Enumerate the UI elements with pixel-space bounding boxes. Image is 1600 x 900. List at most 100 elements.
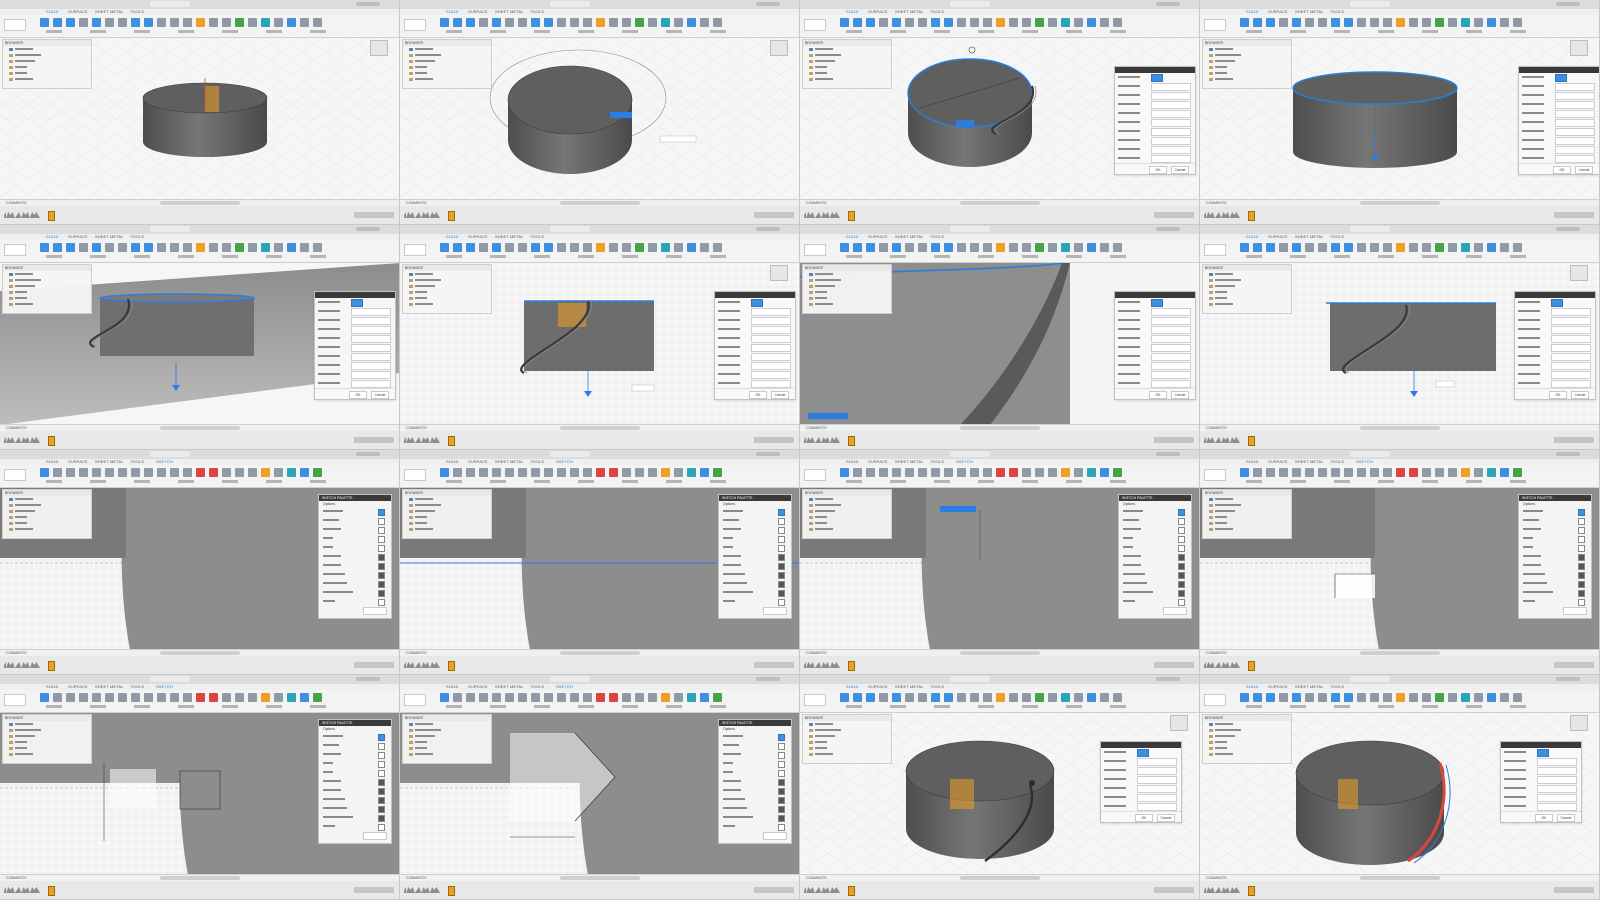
dialog-field-input[interactable]	[1551, 380, 1591, 388]
browser-node[interactable]	[403, 526, 491, 532]
timeline-playback-controls[interactable]	[1204, 662, 1240, 668]
palette-checkbox[interactable]	[1578, 554, 1585, 561]
tool-icon[interactable]	[1513, 693, 1522, 702]
tool-icon[interactable]	[1035, 18, 1044, 27]
palette-option[interactable]	[719, 579, 791, 588]
tool-icon[interactable]	[1357, 468, 1366, 477]
tool-icon[interactable]	[492, 18, 501, 27]
dialog-field[interactable]	[315, 298, 395, 307]
dialog-field[interactable]	[1515, 307, 1595, 316]
browser-panel[interactable]: BROWSER	[2, 714, 92, 764]
tool-icon[interactable]	[544, 243, 553, 252]
tool-icon[interactable]	[596, 243, 605, 252]
tool-icon[interactable]	[905, 18, 914, 27]
tool-icon[interactable]	[157, 18, 166, 27]
dialog-field[interactable]	[715, 343, 795, 352]
tool-icon[interactable]	[261, 243, 270, 252]
dialog-field[interactable]	[315, 361, 395, 370]
tool-icon[interactable]	[118, 243, 127, 252]
tool-icon[interactable]	[40, 18, 49, 27]
tool-icon[interactable]	[687, 468, 696, 477]
palette-option[interactable]	[719, 525, 791, 534]
dialog-field-input[interactable]	[1151, 299, 1163, 307]
navigation-bar[interactable]	[160, 426, 240, 430]
dialog-field[interactable]	[1115, 334, 1195, 343]
tool-icon[interactable]	[1074, 18, 1083, 27]
tool-icon[interactable]	[596, 18, 605, 27]
palette-option[interactable]	[719, 768, 791, 777]
tool-icon[interactable]	[196, 18, 205, 27]
finish-sketch-button[interactable]	[1163, 607, 1187, 615]
tool-icon[interactable]	[1383, 18, 1392, 27]
tool-icon[interactable]	[466, 693, 475, 702]
tool-icon[interactable]	[700, 18, 709, 27]
tool-icon[interactable]	[1435, 18, 1444, 27]
dialog-field-input[interactable]	[1555, 110, 1595, 118]
tool-icon[interactable]	[544, 18, 553, 27]
browser-panel[interactable]: BROWSER	[1202, 489, 1292, 539]
dialog-field[interactable]	[315, 316, 395, 325]
palette-option[interactable]	[719, 597, 791, 606]
palette-checkbox[interactable]	[1178, 554, 1185, 561]
dialog-field[interactable]	[715, 352, 795, 361]
tool-icon[interactable]	[840, 693, 849, 702]
tool-icon[interactable]	[687, 693, 696, 702]
dialog-field-input[interactable]	[351, 335, 391, 343]
palette-checkbox[interactable]	[778, 797, 785, 804]
tool-icon[interactable]	[479, 468, 488, 477]
tool-icon[interactable]	[957, 18, 966, 27]
tool-icon[interactable]	[53, 18, 62, 27]
palette-checkbox[interactable]	[378, 743, 385, 750]
tool-icon[interactable]	[183, 243, 192, 252]
ok-button[interactable]: OK	[1549, 391, 1567, 399]
tool-icon[interactable]	[1383, 468, 1392, 477]
tool-icon[interactable]	[453, 468, 462, 477]
tool-icon[interactable]	[1240, 468, 1249, 477]
dialog-field[interactable]	[1515, 379, 1595, 388]
tool-icon[interactable]	[661, 18, 670, 27]
tool-icon[interactable]	[248, 243, 257, 252]
tool-icon[interactable]	[635, 693, 644, 702]
tool-icon[interactable]	[635, 243, 644, 252]
dialog-field[interactable]	[1115, 91, 1195, 100]
dialog-field[interactable]	[1519, 118, 1599, 127]
design-workspace-dropdown[interactable]	[404, 244, 426, 256]
cancel-button[interactable]: Cancel	[1571, 391, 1589, 399]
browser-panel[interactable]: BROWSER	[802, 264, 892, 314]
palette-option[interactable]	[1519, 543, 1591, 552]
toolbar[interactable]	[1200, 465, 1599, 488]
tool-icon[interactable]	[1396, 693, 1405, 702]
dialog-field[interactable]	[1101, 793, 1181, 802]
palette-option[interactable]	[1119, 570, 1191, 579]
tool-icon[interactable]	[53, 243, 62, 252]
browser-panel[interactable]: BROWSER	[1202, 39, 1292, 89]
view-cube[interactable]	[770, 265, 788, 281]
tool-icon[interactable]	[1113, 243, 1122, 252]
browser-node[interactable]	[1203, 301, 1291, 307]
palette-checkbox[interactable]	[1178, 581, 1185, 588]
tool-icon[interactable]	[931, 693, 940, 702]
tool-icon[interactable]	[1292, 18, 1301, 27]
dialog-field-input[interactable]	[751, 308, 791, 316]
tool-icon[interactable]	[648, 243, 657, 252]
dialog-field-input[interactable]	[1137, 794, 1177, 802]
dialog-field-input[interactable]	[1151, 344, 1191, 352]
tool-icon[interactable]	[583, 243, 592, 252]
tool-icon[interactable]	[1357, 18, 1366, 27]
tool-icon[interactable]	[1370, 693, 1379, 702]
timeline[interactable]	[400, 656, 799, 674]
dialog-field[interactable]	[1519, 73, 1599, 82]
dialog-field[interactable]	[715, 361, 795, 370]
timeline-playback-controls[interactable]	[4, 887, 40, 893]
tool-icon[interactable]	[1266, 18, 1275, 27]
tool-icon[interactable]	[1474, 18, 1483, 27]
palette-checkbox[interactable]	[1578, 536, 1585, 543]
dialog-field-input[interactable]	[1151, 92, 1191, 100]
timeline[interactable]	[400, 206, 799, 224]
dialog-field[interactable]	[1115, 73, 1195, 82]
tool-icon[interactable]	[983, 693, 992, 702]
tool-icon[interactable]	[983, 243, 992, 252]
navigation-bar[interactable]	[960, 201, 1040, 205]
window-controls[interactable]	[803, 677, 823, 690]
finish-sketch-button[interactable]	[763, 607, 787, 615]
